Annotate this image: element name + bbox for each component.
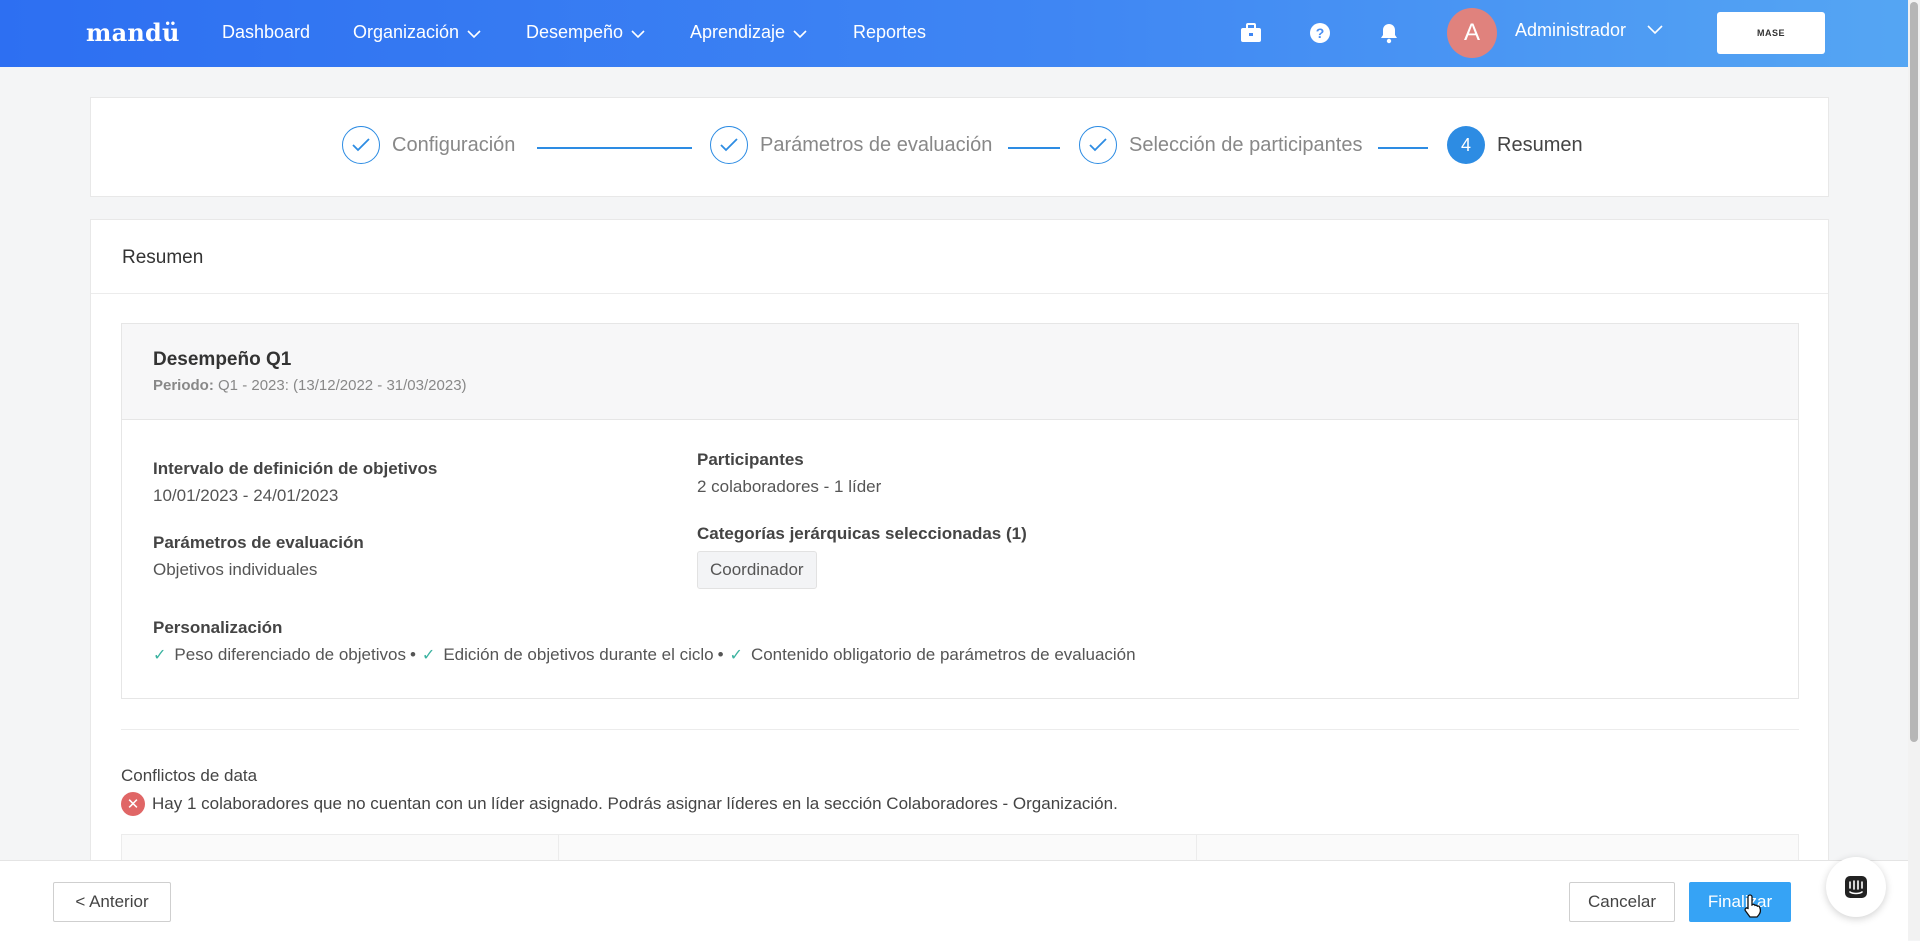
separator: • <box>409 645 416 664</box>
customization-item: ✓ Edición de objetivos durante el ciclo <box>422 645 714 665</box>
check-icon <box>342 126 380 164</box>
period-label: Periodo: <box>153 377 214 394</box>
categories-label: Categorías jerárquicas seleccionadas (1) <box>697 524 1027 543</box>
chevron-down-icon[interactable] <box>1647 22 1663 40</box>
chevron-down-icon <box>631 23 645 44</box>
period-value: Q1 - 2023: (13/12/2022 - 31/03/2023) <box>218 377 467 394</box>
nav-item-organizacion[interactable]: Organización <box>353 22 481 44</box>
customization-item-label: Contenido obligatorio de parámetros de e… <box>750 645 1136 664</box>
step-connector <box>537 147 692 149</box>
nav-item-label: Organización <box>353 22 460 42</box>
summary-card: Resumen Desempeño Q1 Periodo: Q1 - 2023:… <box>90 219 1829 919</box>
chat-widget-button[interactable] <box>1826 857 1886 917</box>
conflict-message: ✕ Hay 1 colaboradores que no cuentan con… <box>121 792 1118 816</box>
evaluation-header: Desempeño Q1 Periodo: Q1 - 2023: (13/12/… <box>122 324 1798 420</box>
bell-icon[interactable] <box>1377 21 1401 45</box>
evaluation-summary-box: Desempeño Q1 Periodo: Q1 - 2023: (13/12/… <box>121 323 1799 699</box>
participants-value: 2 colaboradores - 1 líder <box>697 477 882 496</box>
step-connector <box>1378 147 1428 149</box>
avatar[interactable]: A <box>1447 8 1497 58</box>
nav-item-dashboard[interactable]: Dashboard <box>222 22 310 43</box>
page-title: Resumen <box>122 247 204 268</box>
step-label: Configuración <box>392 133 516 156</box>
nav-item-reportes[interactable]: Reportes <box>853 22 926 43</box>
brand-logo[interactable]: mandü <box>86 18 180 47</box>
svg-text:?: ? <box>1316 25 1325 41</box>
chat-icon <box>1845 876 1867 898</box>
separator: • <box>717 645 724 664</box>
customization-label: Personalización <box>153 618 283 637</box>
nav-item-label: Desempeño <box>526 22 624 42</box>
cancel-button[interactable]: Cancelar <box>1569 882 1675 922</box>
check-icon: ✓ <box>153 647 167 664</box>
customization-item-label: Peso diferenciado de objetivos <box>174 645 406 664</box>
step-resumen[interactable]: 4 Resumen <box>1447 126 1583 164</box>
customization-item: ✓ Peso diferenciado de objetivos <box>153 645 406 665</box>
mouse-cursor-icon <box>1743 893 1765 924</box>
nav-item-desempeno[interactable]: Desempeño <box>526 22 645 44</box>
step-label: Parámetros de evaluación <box>760 133 993 156</box>
category-chip: Coordinador <box>697 551 817 589</box>
nav-item-label: Dashboard <box>222 22 311 42</box>
footer-actions: < Anterior Cancelar Finalizar <box>0 860 1908 941</box>
chevron-down-icon <box>467 23 481 44</box>
participants-label: Participantes <box>697 450 804 469</box>
divider <box>121 729 1799 730</box>
customization-item-label: Edición de objetivos durante el ciclo <box>443 645 714 664</box>
user-name[interactable]: Administrador <box>1515 20 1626 41</box>
eval-params-label: Parámetros de evaluación <box>153 533 364 552</box>
eval-params-value: Objetivos individuales <box>153 560 318 579</box>
help-icon[interactable]: ? <box>1308 21 1332 45</box>
check-icon <box>710 126 748 164</box>
check-icon: ✓ <box>729 647 743 664</box>
nav-item-label: Reportes <box>853 22 927 42</box>
objectives-interval-value: 10/01/2023 - 24/01/2023 <box>153 486 339 505</box>
nav-item-label: Aprendizaje <box>690 22 786 42</box>
divider <box>91 293 1828 294</box>
step-label: Selección de participantes <box>1129 133 1363 156</box>
customization-item: ✓ Contenido obligatorio de parámetros de … <box>730 645 1136 665</box>
chevron-down-icon <box>793 23 807 44</box>
top-navigation-bar: mandü Dashboard Organización Desempeño A… <box>0 0 1920 67</box>
previous-button[interactable]: < Anterior <box>53 882 171 922</box>
step-number: 4 <box>1447 126 1485 164</box>
finish-button[interactable]: Finalizar <box>1689 882 1791 922</box>
briefcase-icon[interactable] <box>1239 21 1263 45</box>
evaluation-period: Periodo: Q1 - 2023: (13/12/2022 - 31/03/… <box>153 377 467 394</box>
step-seleccion-participantes[interactable]: Selección de participantes <box>1079 126 1362 164</box>
customization-list: ✓ Peso diferenciado de objetivos • ✓ Edici… <box>153 645 1136 665</box>
conflicts-title: Conflictos de data <box>121 766 258 785</box>
step-label: Resumen <box>1497 133 1583 156</box>
check-icon <box>1079 126 1117 164</box>
company-logo: MASE <box>1717 12 1825 54</box>
conflict-message-text: Hay 1 colaboradores que no cuentan con u… <box>152 794 1118 813</box>
nav-item-aprendizaje[interactable]: Aprendizaje <box>690 22 807 44</box>
step-parametros[interactable]: Parámetros de evaluación <box>710 126 992 164</box>
evaluation-name: Desempeño Q1 <box>153 349 292 370</box>
error-icon: ✕ <box>121 792 145 816</box>
objectives-interval-label: Intervalo de definición de objetivos <box>153 459 438 478</box>
step-connector <box>1008 147 1060 149</box>
page-scrollbar[interactable] <box>1908 0 1920 940</box>
step-configuracion[interactable]: Configuración <box>342 126 515 164</box>
wizard-stepper: Configuración Parámetros de evaluación S… <box>90 97 1829 197</box>
check-icon: ✓ <box>421 647 436 664</box>
scrollbar-thumb[interactable] <box>1910 2 1918 742</box>
